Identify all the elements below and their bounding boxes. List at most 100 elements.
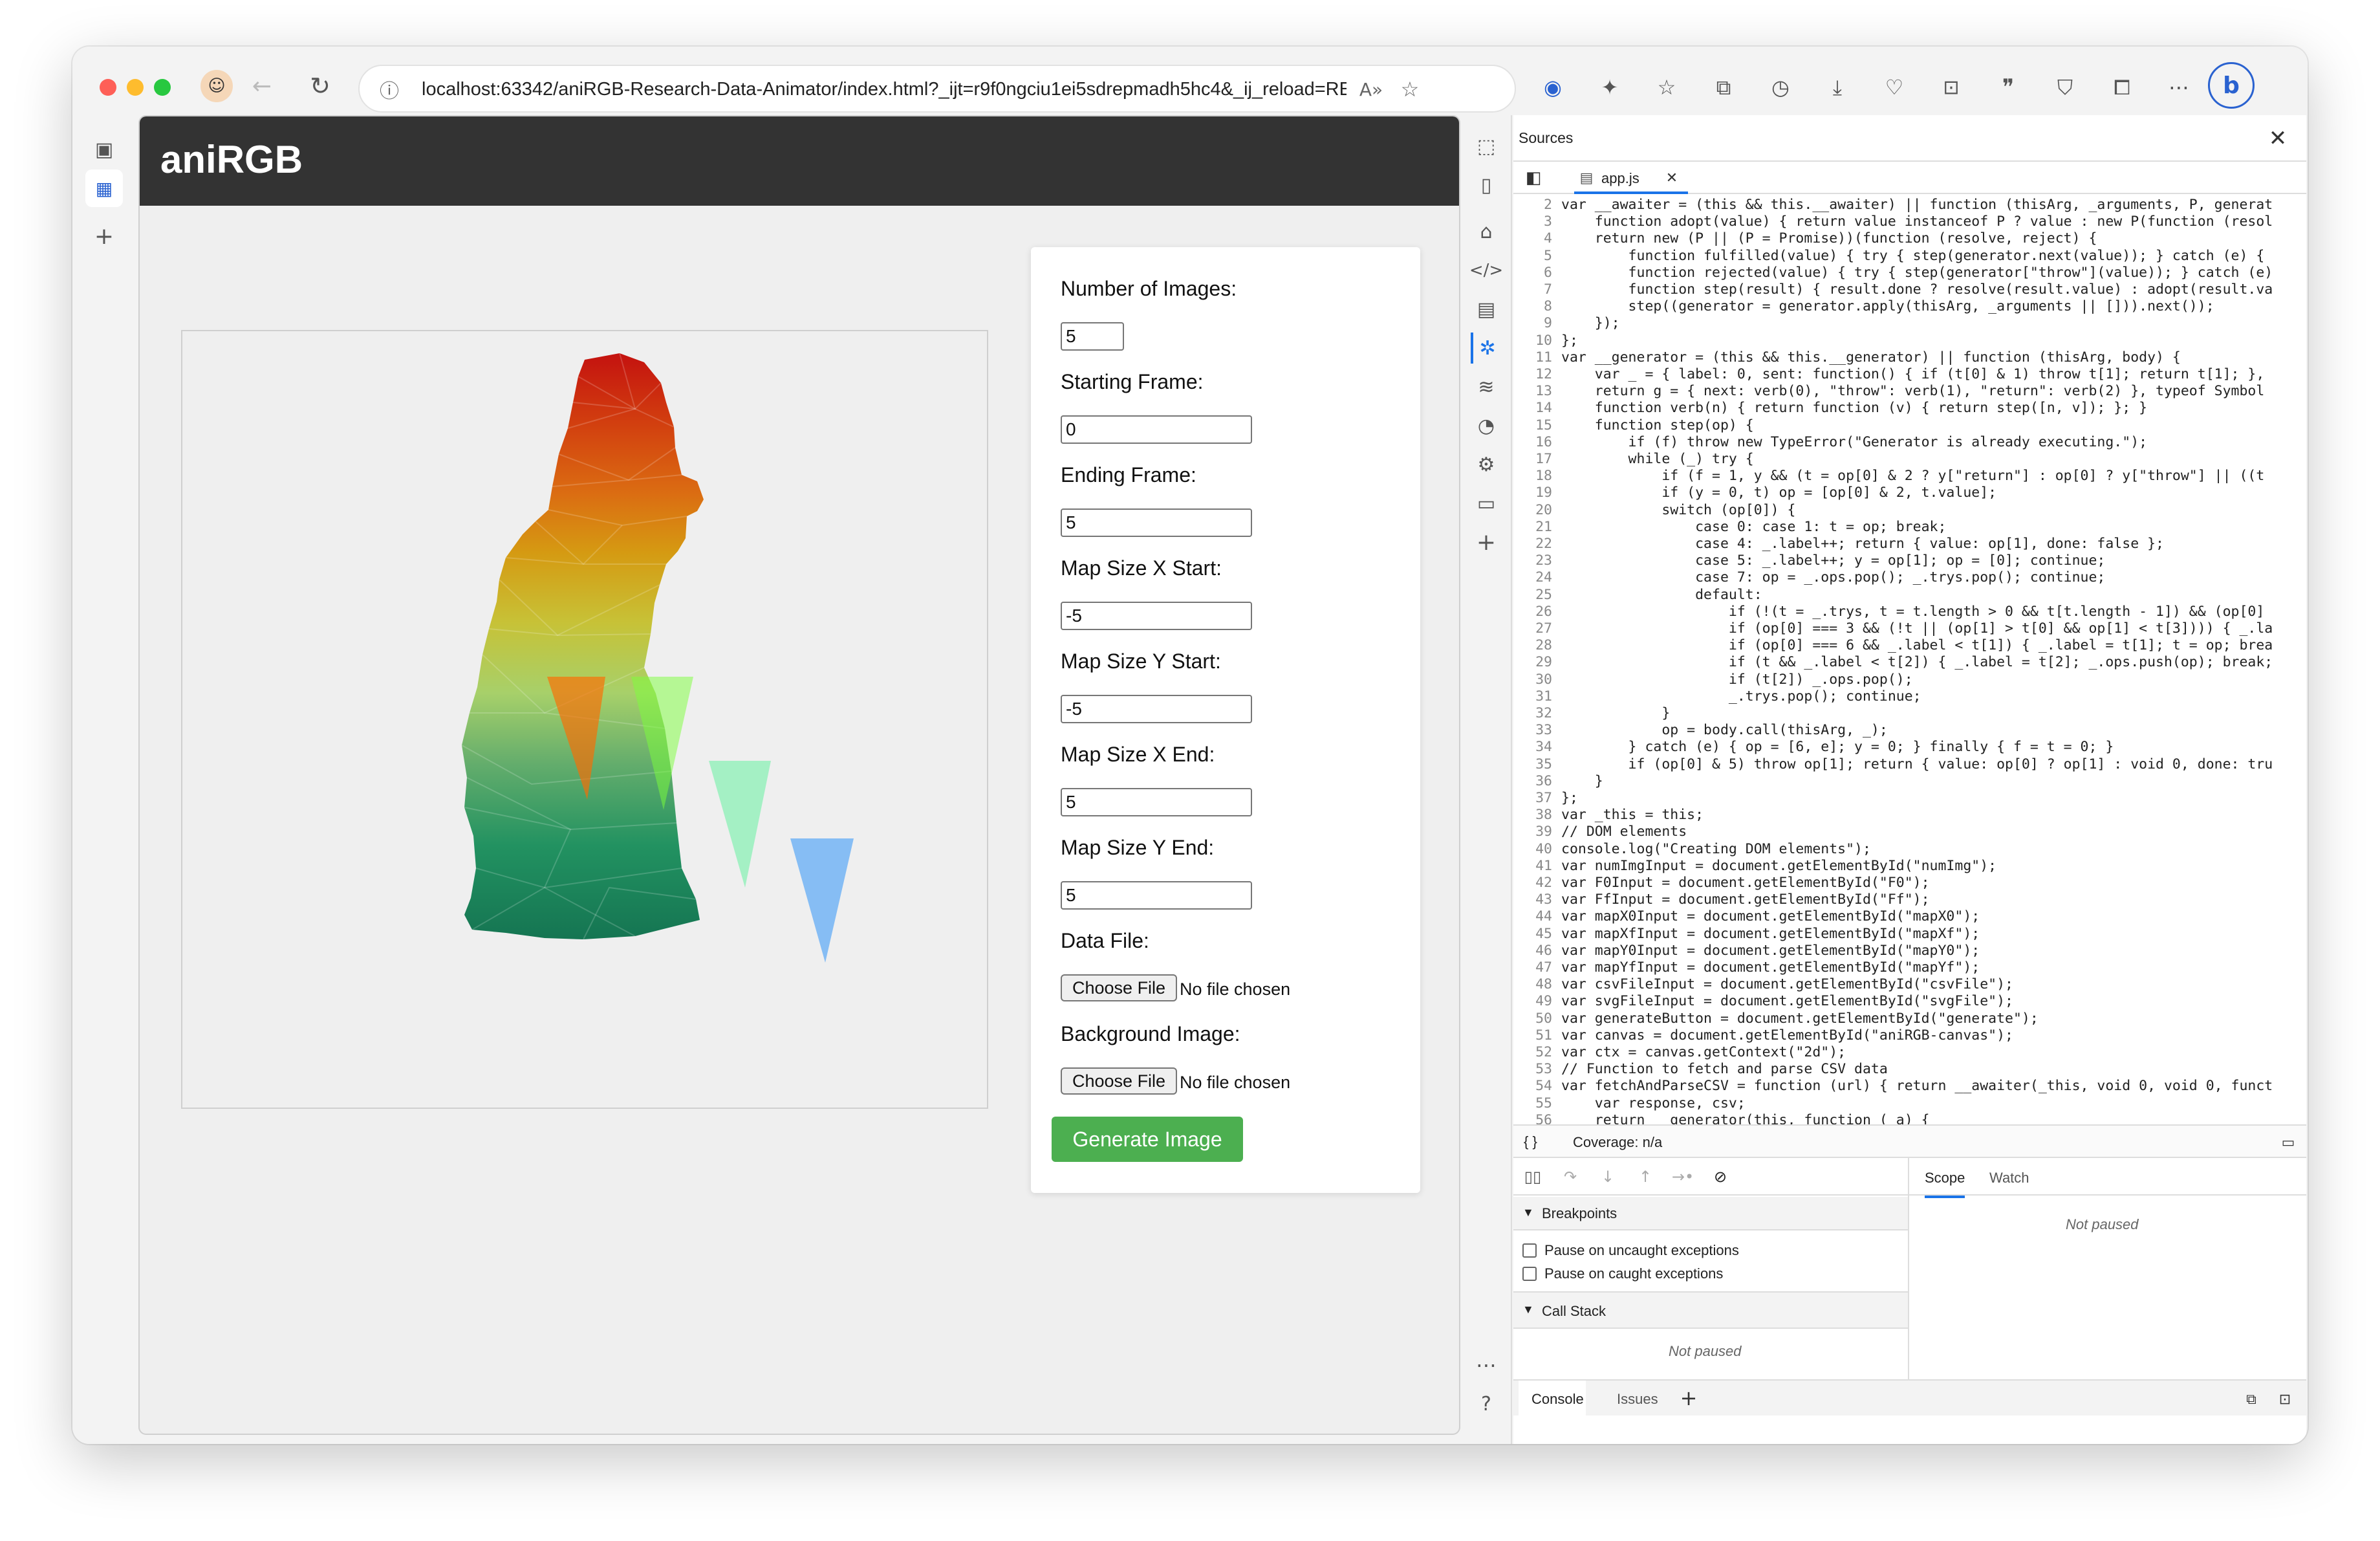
line-number[interactable]: 14 bbox=[1513, 400, 1561, 417]
line-number[interactable]: 50 bbox=[1513, 1011, 1561, 1027]
collections-icon[interactable]: ⧉ bbox=[1706, 70, 1741, 105]
site-info-icon[interactable]: ⓘ bbox=[374, 74, 405, 105]
line-number[interactable]: 46 bbox=[1513, 943, 1561, 959]
read-aloud-icon[interactable]: A» bbox=[1356, 74, 1387, 105]
code-line[interactable]: 4 return new (P || (P = Promise))(functi… bbox=[1513, 230, 2097, 247]
line-number[interactable]: 20 bbox=[1513, 502, 1561, 519]
line-number[interactable]: 32 bbox=[1513, 705, 1561, 722]
line-number[interactable]: 5 bbox=[1513, 248, 1561, 265]
line-number[interactable]: 16 bbox=[1513, 434, 1561, 451]
line-number[interactable]: 55 bbox=[1513, 1095, 1561, 1112]
line-number[interactable]: 41 bbox=[1513, 858, 1561, 875]
inspect-element-icon[interactable]: ⬚ bbox=[1471, 131, 1502, 162]
code-line[interactable]: 26 if (!(t = _.trys, t = t.length > 0 &&… bbox=[1513, 604, 2264, 620]
step-out-icon[interactable]: ↑ bbox=[1634, 1166, 1657, 1188]
num-images-input[interactable]: 5 bbox=[1061, 322, 1124, 351]
code-line[interactable]: 20 switch (op[0]) { bbox=[1513, 502, 1795, 519]
copilot-tracking-icon[interactable]: ◉ bbox=[1535, 70, 1570, 105]
line-number[interactable]: 49 bbox=[1513, 993, 1561, 1010]
line-number[interactable]: 31 bbox=[1513, 688, 1561, 705]
console-tab[interactable]: Console bbox=[1531, 1391, 1584, 1408]
code-line[interactable]: 29 if (t && _.label < t[2]) { _.label = … bbox=[1513, 654, 2273, 671]
code-line[interactable]: 54 var fetchAndParseCSV = function (url) … bbox=[1513, 1078, 2273, 1095]
address-url[interactable]: localhost:63342/aniRGB-Research-Data-Ani… bbox=[422, 79, 1347, 100]
data-file-choose-button[interactable]: Choose File bbox=[1061, 974, 1178, 1001]
line-number[interactable]: 13 bbox=[1513, 383, 1561, 400]
code-line[interactable]: 33 op = body.call(thisArg, _); bbox=[1513, 722, 1888, 739]
profile-avatar-icon[interactable]: ☺ bbox=[200, 70, 233, 102]
more-menu-icon[interactable]: ⋯ bbox=[2161, 70, 2196, 105]
code-line[interactable]: 2 var __awaiter = (this && this.__awaiter… bbox=[1513, 197, 2273, 213]
reload-icon[interactable]: ↻ bbox=[304, 70, 336, 102]
line-number[interactable]: 52 bbox=[1513, 1044, 1561, 1061]
code-line[interactable]: 9 }); bbox=[1513, 315, 1620, 332]
line-number[interactable]: 39 bbox=[1513, 824, 1561, 840]
line-number[interactable]: 45 bbox=[1513, 926, 1561, 943]
elements-code-icon[interactable]: </> bbox=[1469, 255, 1503, 286]
file-tab-app-js[interactable]: ▤ app.js ✕ bbox=[1574, 162, 1688, 194]
line-number[interactable]: 12 bbox=[1513, 366, 1561, 383]
code-line[interactable]: 45 var mapXfInput = document.getElementBy… bbox=[1513, 926, 1980, 943]
coverage-toggle-icon[interactable]: ▭ bbox=[2278, 1132, 2299, 1153]
line-number[interactable]: 35 bbox=[1513, 756, 1561, 773]
extensions-puzzle-icon[interactable]: ✦ bbox=[1592, 70, 1627, 105]
favorite-star-icon[interactable]: ☆ bbox=[1394, 74, 1425, 105]
line-number[interactable]: 40 bbox=[1513, 841, 1561, 858]
background-image-choose-button[interactable]: Choose File bbox=[1061, 1067, 1178, 1095]
line-number[interactable]: 25 bbox=[1513, 587, 1561, 604]
code-line[interactable]: 39// DOM elements bbox=[1513, 824, 1687, 840]
breakpoints-section-header[interactable]: ▼ Breakpoints bbox=[1513, 1197, 1908, 1230]
history-icon[interactable]: ◷ bbox=[1763, 70, 1798, 105]
code-line[interactable]: 5 function fulfilled(value) { try { step… bbox=[1513, 248, 2264, 265]
close-drawer-icon[interactable]: ⊡ bbox=[2274, 1388, 2296, 1410]
devtools-more-icon[interactable]: ⋯ bbox=[1471, 1350, 1502, 1381]
device-emulation-icon[interactable]: ▯ bbox=[1471, 169, 1502, 201]
close-tab-icon[interactable]: ✕ bbox=[1662, 168, 1682, 188]
line-number[interactable]: 10 bbox=[1513, 333, 1561, 349]
line-number[interactable]: 11 bbox=[1513, 349, 1561, 366]
pause-caught-checkbox[interactable] bbox=[1522, 1267, 1537, 1281]
code-line[interactable]: 13 return g = { next: verb(0), "throw": … bbox=[1513, 383, 2264, 400]
health-heart-icon[interactable]: ♡ bbox=[1877, 70, 1912, 105]
code-line[interactable]: 52 var ctx = canvas.getContext("2d"); bbox=[1513, 1044, 1846, 1061]
line-number[interactable]: 37 bbox=[1513, 790, 1561, 807]
code-line[interactable]: 38 var _this = this; bbox=[1513, 807, 1704, 824]
code-line[interactable]: 12 var _ = { label: 0, sent: function() … bbox=[1513, 366, 2264, 383]
watch-tab[interactable]: Watch bbox=[1989, 1170, 2029, 1186]
maximize-window-button[interactable] bbox=[154, 79, 171, 96]
code-line[interactable]: 56 return __generator(this, function (_a… bbox=[1513, 1112, 1929, 1124]
map-y-start-input[interactable]: -5 bbox=[1061, 695, 1252, 723]
line-number[interactable]: 8 bbox=[1513, 298, 1561, 315]
deactivate-breakpoints-icon[interactable]: ⊘ bbox=[1709, 1166, 1732, 1188]
code-line[interactable]: 41 var numImgInput = document.getElementB… bbox=[1513, 858, 1996, 875]
line-number[interactable]: 44 bbox=[1513, 908, 1561, 925]
code-line[interactable]: 24 case 7: op = _.ops.pop(); _.trys.pop(… bbox=[1513, 569, 2105, 586]
network-wifi-icon[interactable]: ≋ bbox=[1471, 371, 1502, 402]
code-line[interactable]: 36 } bbox=[1513, 773, 1603, 790]
welcome-home-icon[interactable]: ⌂ bbox=[1471, 216, 1502, 247]
code-line[interactable]: 28 if (op[0] === 6 && _.label < t[1]) { … bbox=[1513, 637, 2273, 654]
pause-resume-icon[interactable]: ▯▯ bbox=[1521, 1166, 1544, 1188]
line-number[interactable]: 54 bbox=[1513, 1078, 1561, 1095]
help-icon[interactable]: ? bbox=[1471, 1388, 1502, 1419]
line-number[interactable]: 47 bbox=[1513, 959, 1561, 976]
line-number[interactable]: 28 bbox=[1513, 637, 1561, 654]
quote-icon[interactable]: ❞ bbox=[1991, 70, 2026, 105]
console-icon[interactable]: ▤ bbox=[1471, 294, 1502, 325]
code-line[interactable]: 3 function adopt(value) { return value i… bbox=[1513, 213, 2273, 230]
line-number[interactable]: 42 bbox=[1513, 875, 1561, 891]
line-number[interactable]: 24 bbox=[1513, 569, 1561, 586]
split-screen-icon[interactable]: ⧠ bbox=[2104, 70, 2139, 105]
code-line[interactable]: 37}; bbox=[1513, 790, 1578, 807]
line-number[interactable]: 34 bbox=[1513, 739, 1561, 756]
active-tab-favicon-icon[interactable]: ▦ bbox=[85, 169, 123, 207]
pause-uncaught-checkbox[interactable] bbox=[1522, 1243, 1537, 1258]
code-line[interactable]: 35 if (op[0] & 5) throw op[1]; return { … bbox=[1513, 756, 2273, 773]
step-into-icon[interactable]: ↓ bbox=[1596, 1166, 1619, 1188]
code-line[interactable]: 10}; bbox=[1513, 333, 1578, 349]
line-number[interactable]: 30 bbox=[1513, 672, 1561, 688]
security-shield-icon[interactable]: ⛉ bbox=[2048, 70, 2082, 105]
line-number[interactable]: 27 bbox=[1513, 620, 1561, 637]
line-number[interactable]: 36 bbox=[1513, 773, 1561, 790]
dock-drawer-icon[interactable]: ⧉ bbox=[2240, 1388, 2262, 1410]
